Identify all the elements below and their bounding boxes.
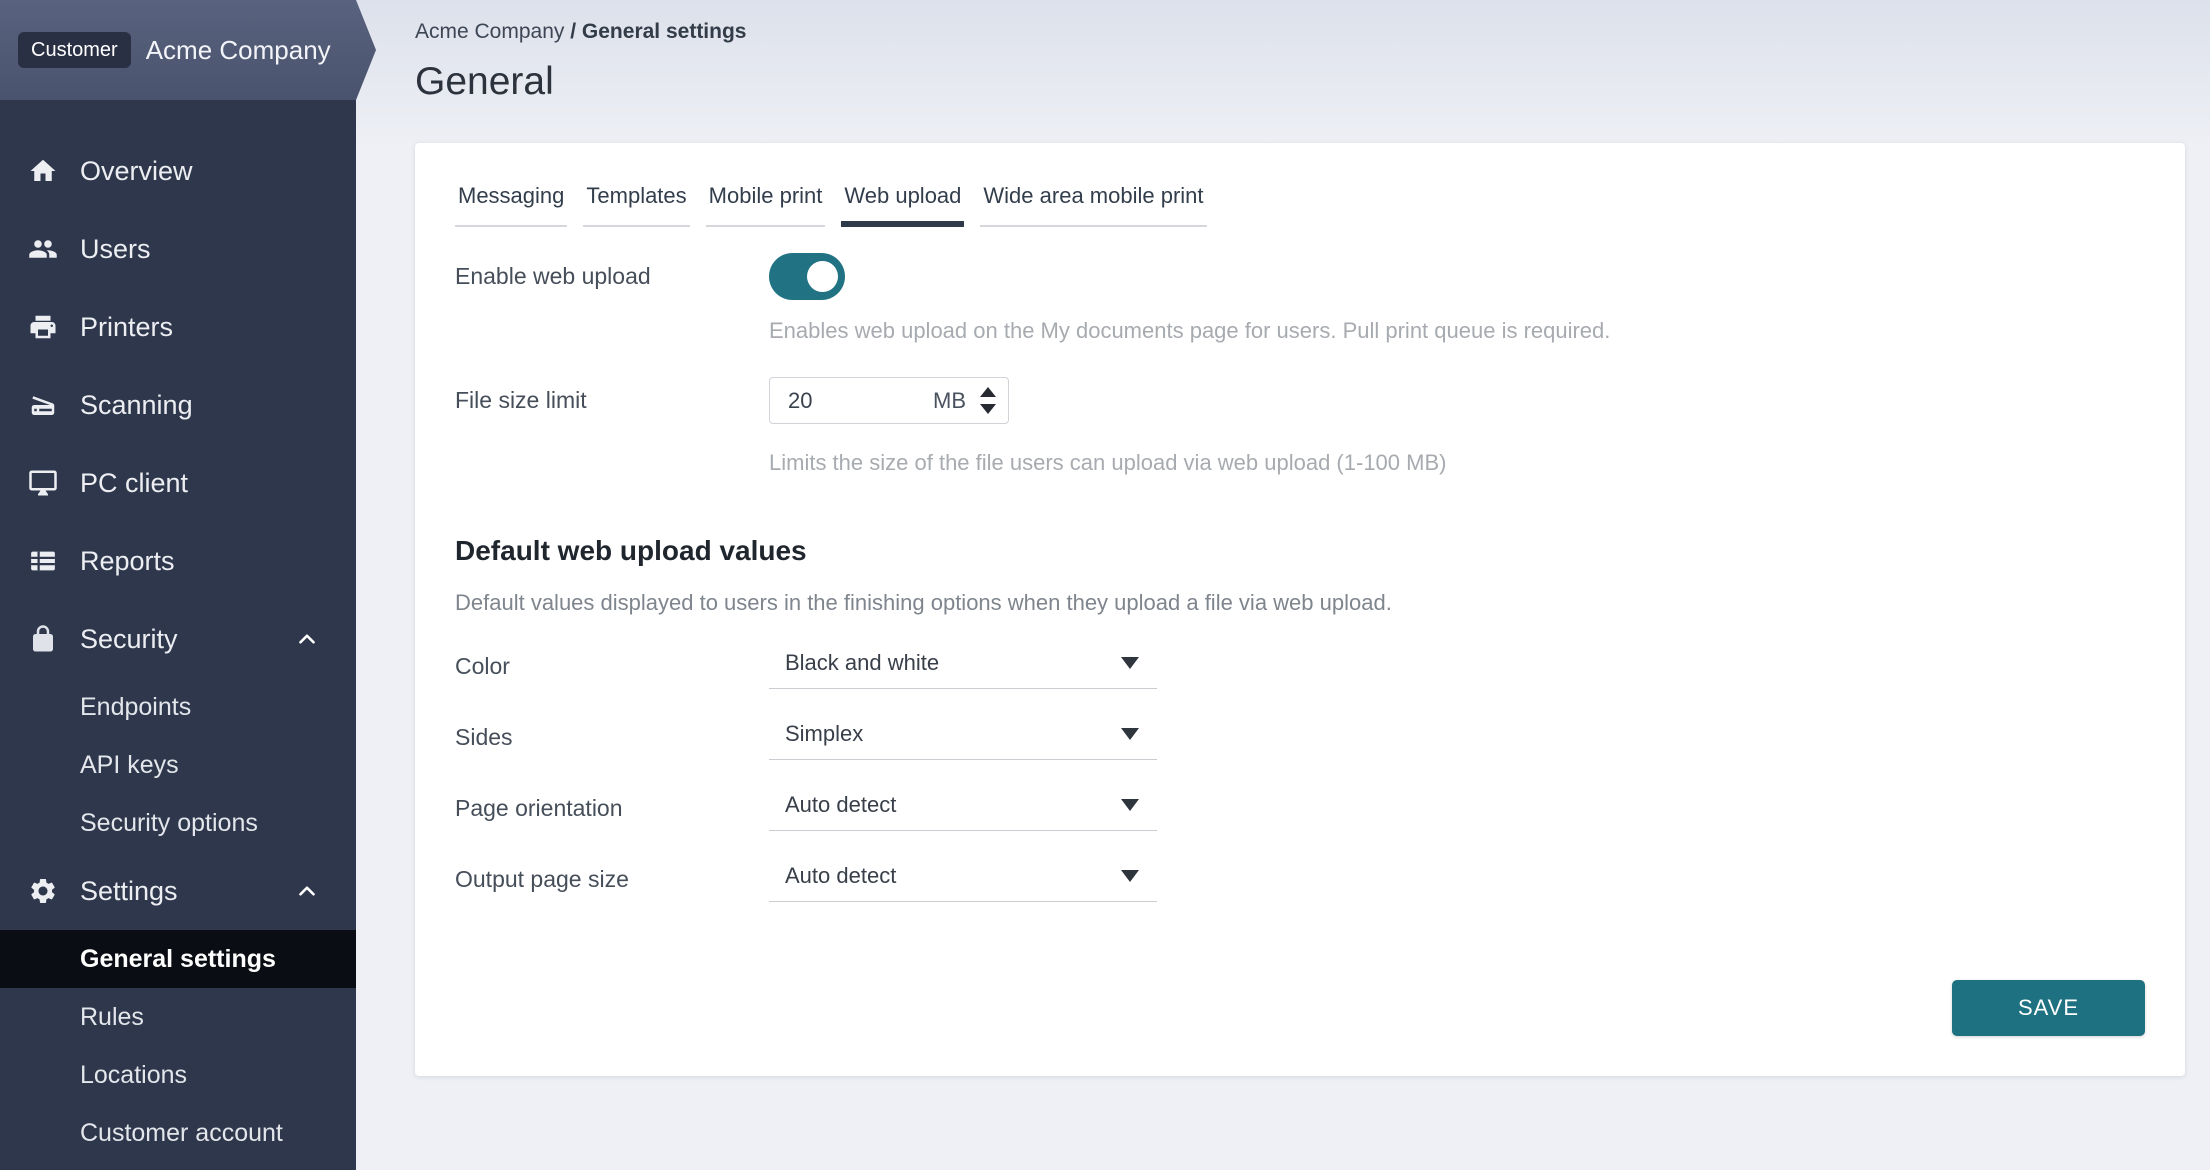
sidebar-item-label: General settings bbox=[80, 945, 276, 974]
file-size-limit-label: File size limit bbox=[455, 387, 769, 414]
save-button[interactable]: SAVE bbox=[1952, 980, 2145, 1036]
default-values-form: Color Black and white Sides Simplex Page… bbox=[455, 650, 2145, 934]
sidebar-item-api-keys[interactable]: API keys bbox=[0, 736, 356, 794]
sides-select[interactable]: Simplex bbox=[769, 721, 1157, 760]
toggle-knob bbox=[807, 261, 838, 292]
color-select-value: Black and white bbox=[785, 650, 939, 676]
file-size-limit-help: Limits the size of the file users can up… bbox=[769, 448, 2145, 478]
enable-web-upload-row: Enable web upload bbox=[455, 253, 2145, 300]
sides-label: Sides bbox=[455, 721, 769, 751]
sidebar-item-security-options[interactable]: Security options bbox=[0, 794, 356, 852]
file-size-input-box: MB bbox=[769, 377, 1009, 424]
file-size-unit: MB bbox=[933, 388, 966, 414]
breadcrumb-parent[interactable]: Acme Company bbox=[415, 20, 564, 43]
users-icon bbox=[28, 234, 58, 264]
sidebar-item-label: PC client bbox=[80, 468, 320, 499]
file-size-stepper bbox=[980, 387, 996, 414]
output-page-size-select-value: Auto detect bbox=[785, 863, 896, 889]
sides-select-value: Simplex bbox=[785, 721, 863, 747]
sidebar-item-label: Settings bbox=[80, 876, 294, 907]
page-orientation-row: Page orientation Auto detect bbox=[455, 792, 2145, 863]
tab-templates[interactable]: Templates bbox=[583, 183, 689, 227]
sidebar-item-reports[interactable]: Reports bbox=[0, 522, 356, 600]
stepper-down-icon[interactable] bbox=[980, 404, 996, 414]
company-name: Acme Company bbox=[146, 35, 331, 66]
card-actions: SAVE bbox=[455, 980, 2145, 1036]
breadcrumb-separator: / bbox=[570, 20, 576, 43]
tab-web-upload[interactable]: Web upload bbox=[841, 183, 964, 227]
sidebar-item-printers[interactable]: Printers bbox=[0, 288, 356, 366]
enable-web-upload-help: Enables web upload on the My documents p… bbox=[769, 316, 2145, 346]
file-size-input[interactable] bbox=[788, 388, 933, 414]
sidebar-item-pc-client[interactable]: PC client bbox=[0, 444, 356, 522]
sidebar-item-label: Reports bbox=[80, 546, 320, 577]
chevron-up-icon bbox=[294, 626, 320, 652]
scanner-icon bbox=[28, 390, 58, 420]
defaults-section-heading: Default web upload values bbox=[455, 534, 2145, 568]
monitor-icon bbox=[28, 468, 58, 498]
tab-wide-area-mobile-print[interactable]: Wide area mobile print bbox=[980, 183, 1206, 227]
stepper-up-icon[interactable] bbox=[980, 387, 996, 397]
chevron-down-icon bbox=[1121, 870, 1139, 882]
defaults-section-description: Default values displayed to users in the… bbox=[455, 588, 2145, 618]
sidebar-item-rules[interactable]: Rules bbox=[0, 988, 356, 1046]
output-page-size-label: Output page size bbox=[455, 863, 769, 893]
sidebar-item-customer-account[interactable]: Customer account bbox=[0, 1104, 356, 1162]
sidebar-item-label: Security options bbox=[80, 809, 258, 838]
page-orientation-select-value: Auto detect bbox=[785, 792, 896, 818]
color-row: Color Black and white bbox=[455, 650, 2145, 721]
sidebar-item-settings[interactable]: Settings bbox=[0, 852, 356, 930]
sidebar-item-label: Rules bbox=[80, 1003, 144, 1032]
sidebar-item-general-settings[interactable]: General settings bbox=[0, 930, 356, 988]
gear-icon bbox=[28, 876, 58, 906]
sidebar-item-security[interactable]: Security bbox=[0, 600, 356, 678]
customer-header: Customer Acme Company bbox=[0, 0, 376, 100]
sidebar-item-endpoints[interactable]: Endpoints bbox=[0, 678, 356, 736]
sidebar-item-label: Customer account bbox=[80, 1119, 283, 1148]
output-page-size-select[interactable]: Auto detect bbox=[769, 863, 1157, 902]
main-content: Acme Company / General settings General … bbox=[356, 0, 2210, 1170]
sidebar-item-label: API keys bbox=[80, 751, 179, 780]
sidebar-item-label: Users bbox=[80, 234, 320, 265]
sidebar-item-overview[interactable]: Overview bbox=[0, 132, 356, 210]
home-icon bbox=[28, 156, 58, 186]
printer-icon bbox=[28, 312, 58, 342]
customer-badge: Customer bbox=[18, 32, 131, 68]
sidebar-item-users[interactable]: Users bbox=[0, 210, 356, 288]
chevron-down-icon bbox=[1121, 799, 1139, 811]
chevron-down-icon bbox=[1121, 728, 1139, 740]
page-orientation-select[interactable]: Auto detect bbox=[769, 792, 1157, 831]
enable-web-upload-label: Enable web upload bbox=[455, 263, 769, 290]
tab-messaging[interactable]: Messaging bbox=[455, 183, 567, 227]
sidebar-item-label: Scanning bbox=[80, 390, 320, 421]
sidebar-item-label: Printers bbox=[80, 312, 320, 343]
breadcrumb-current: General settings bbox=[582, 20, 747, 43]
settings-card: Messaging Templates Mobile print Web upl… bbox=[415, 143, 2185, 1076]
reports-table-icon bbox=[28, 546, 58, 576]
chevron-down-icon bbox=[1121, 657, 1139, 669]
lock-icon bbox=[28, 624, 58, 654]
page-title: General bbox=[415, 58, 2185, 106]
sidebar-item-label: Locations bbox=[80, 1061, 187, 1090]
tab-mobile-print[interactable]: Mobile print bbox=[706, 183, 826, 227]
chevron-up-icon bbox=[294, 878, 320, 904]
enable-web-upload-toggle[interactable] bbox=[769, 253, 845, 300]
sidebar-item-locations[interactable]: Locations bbox=[0, 1046, 356, 1104]
sidebar-menu: Overview Users Printers Scanning PC clie… bbox=[0, 0, 356, 1162]
sides-row: Sides Simplex bbox=[455, 721, 2145, 792]
file-size-limit-row: File size limit MB bbox=[455, 377, 2145, 424]
sidebar-item-label: Overview bbox=[80, 156, 320, 187]
color-select[interactable]: Black and white bbox=[769, 650, 1157, 689]
breadcrumb: Acme Company / General settings bbox=[415, 0, 2185, 46]
output-page-size-row: Output page size Auto detect bbox=[455, 863, 2145, 934]
sidebar-item-label: Endpoints bbox=[80, 693, 191, 722]
page-orientation-label: Page orientation bbox=[455, 792, 769, 822]
tab-bar: Messaging Templates Mobile print Web upl… bbox=[455, 183, 2145, 227]
color-label: Color bbox=[455, 650, 769, 680]
sidebar-item-label: Security bbox=[80, 624, 294, 655]
sidebar-item-scanning[interactable]: Scanning bbox=[0, 366, 356, 444]
sidebar: Customer Acme Company Overview Users Pri… bbox=[0, 0, 356, 1170]
